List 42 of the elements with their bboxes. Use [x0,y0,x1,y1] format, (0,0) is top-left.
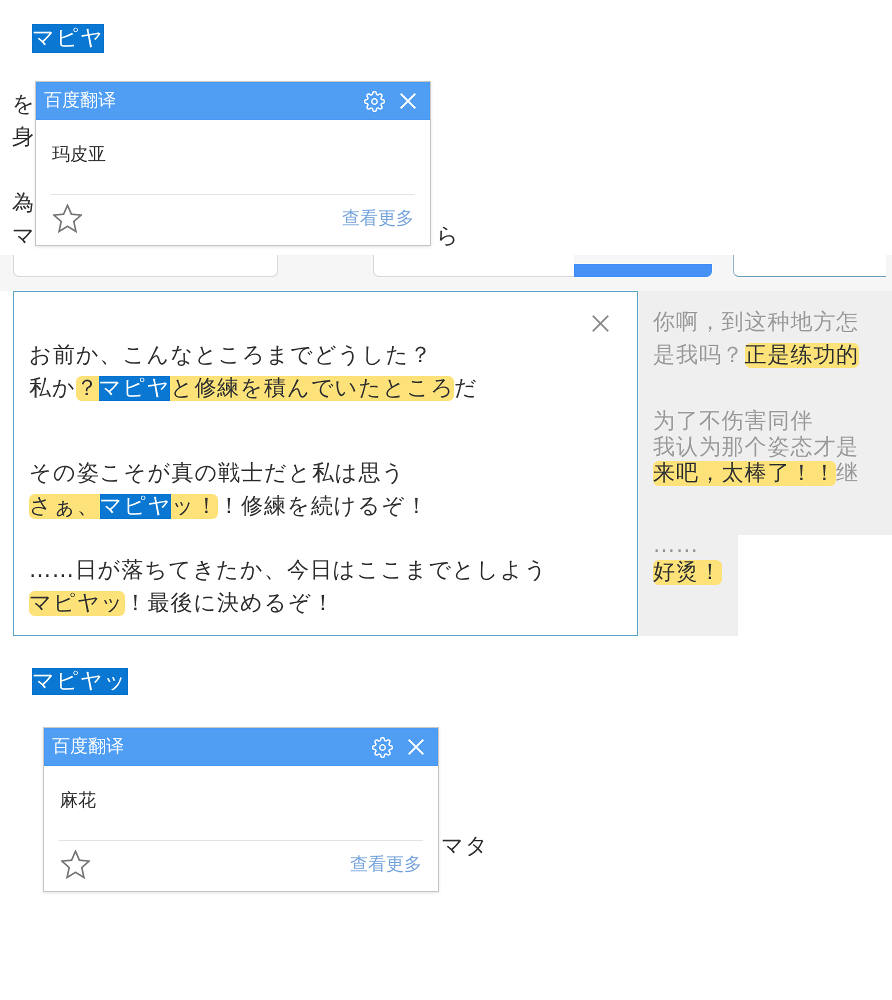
source-text: だ [454,376,478,401]
translation-text: 为了不伤害同伴 [653,409,814,434]
selected-text: マピヤ [100,494,172,519]
translation-text: …… [653,533,699,558]
highlighted-text: マピヤッ [29,591,125,616]
highlighted-text: さぁ、 [29,494,100,519]
text-fragment: マ [12,223,36,251]
star-icon[interactable] [53,204,82,233]
translation-text: 是我吗？ [653,343,745,368]
more-link[interactable]: 查看更多 [350,852,422,876]
popup-title: 百度翻译 [44,90,116,112]
source-text: お前か、こんなところまでどうした？ [29,343,432,368]
text-fragment: ら [436,223,460,251]
translation-text: 继 [836,461,860,486]
popup-title: 百度翻译 [52,736,124,758]
translation-text: 麻花 [60,790,96,811]
source-text: ……日が落ちてきたか、今日はここまでとしよう [29,558,548,583]
more-link[interactable]: 查看更多 [342,206,414,230]
translation-text: 我认为那个姿态才是 [653,435,860,460]
highlighted-text: 来吧，太棒了！！ [653,461,836,486]
settings-icon[interactable] [364,90,385,112]
translation-text: 你啊，到这种地方怎 [653,310,860,335]
source-text: ！修練を続けるぞ！ [218,494,428,519]
close-icon[interactable] [591,314,610,333]
input-field[interactable] [733,255,886,277]
highlighted-text: ッ！ [171,494,218,519]
text-fragment: 身 [12,124,35,152]
source-text: 私か [29,376,76,401]
source-text: その姿こそが真の戦士だと私は思う [29,461,406,486]
settings-icon[interactable] [372,736,393,758]
highlighted-text: ？ [76,376,99,401]
selected-text: マピヤ [98,376,170,401]
star-icon[interactable] [61,850,90,879]
highlighted-text: と修練を積んでいたところ [170,376,454,401]
text-fragment: を [12,91,36,119]
text-fragment: 為 [12,190,35,218]
text-fragment: マタ [441,834,489,859]
translation-text: 玛皮亚 [52,144,106,165]
selected-text: マピヤッ [32,668,128,695]
source-text: ！最後に決めるぞ！ [124,591,335,616]
highlighted-text: 好烫！ [653,560,722,585]
selected-text: マピヤ [32,24,104,53]
